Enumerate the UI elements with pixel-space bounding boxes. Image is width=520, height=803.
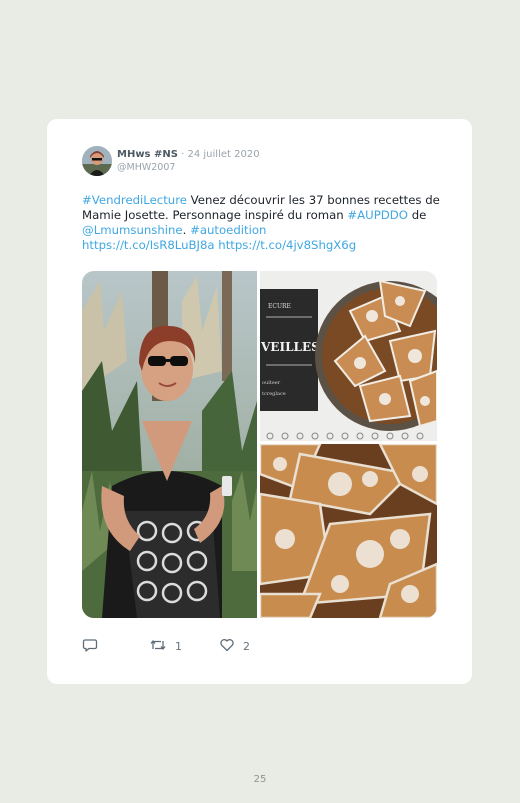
photo-woman-garden[interactable]	[82, 271, 257, 618]
hashtag-link[interactable]: #autoedition	[190, 223, 266, 237]
reply-button[interactable]	[82, 637, 98, 656]
page-number: 25	[253, 774, 267, 785]
author-handle[interactable]: @MHW2007	[117, 162, 175, 173]
hashtag-link[interactable]: #AUPDDO	[347, 208, 408, 222]
avatar[interactable]	[82, 146, 112, 176]
book-cover-text: tcreglace	[262, 391, 286, 397]
retweet-icon	[149, 637, 167, 656]
retweet-button[interactable]: 1	[149, 637, 182, 656]
reply-icon	[82, 637, 98, 656]
hashtag-link[interactable]: #VendrediLecture	[82, 193, 187, 207]
book-cover-text: ECURE	[268, 303, 291, 310]
like-count: 2	[243, 640, 250, 653]
book-cover-title: VEILLES	[260, 340, 320, 354]
tweet-date[interactable]: · 24 juillet 2020	[181, 149, 259, 160]
like-button[interactable]: 2	[219, 637, 250, 656]
photo-pastries-closeup[interactable]	[260, 444, 437, 618]
tweet-actions: 1 2	[82, 637, 442, 657]
text-segment: de	[407, 208, 427, 222]
heart-icon	[219, 637, 235, 656]
url-link[interactable]: https://t.co/IsR8LuBJ8a	[82, 238, 215, 252]
retweet-count: 1	[175, 640, 182, 653]
text-segment: .	[182, 223, 191, 237]
tweet-card: MHws #NS · 24 juillet 2020 @MHW2007 #Ven…	[47, 119, 472, 684]
mention-link[interactable]: @Lmumsunshine	[82, 223, 183, 237]
tweet-header: MHws #NS · 24 juillet 2020	[117, 149, 260, 160]
tweet-text: #VendrediLecture Venez découvrir les 37 …	[82, 193, 447, 253]
tweet-media[interactable]: ECURE VEILLES oulteer tcreglace	[82, 271, 437, 618]
url-link[interactable]: https://t.co/4jv8ShgX6g	[218, 238, 356, 252]
photo-book-pastries[interactable]: ECURE VEILLES oulteer tcreglace	[260, 271, 437, 441]
author-name[interactable]: MHws #NS	[117, 149, 178, 160]
book-cover-text: oulteer	[262, 380, 281, 386]
